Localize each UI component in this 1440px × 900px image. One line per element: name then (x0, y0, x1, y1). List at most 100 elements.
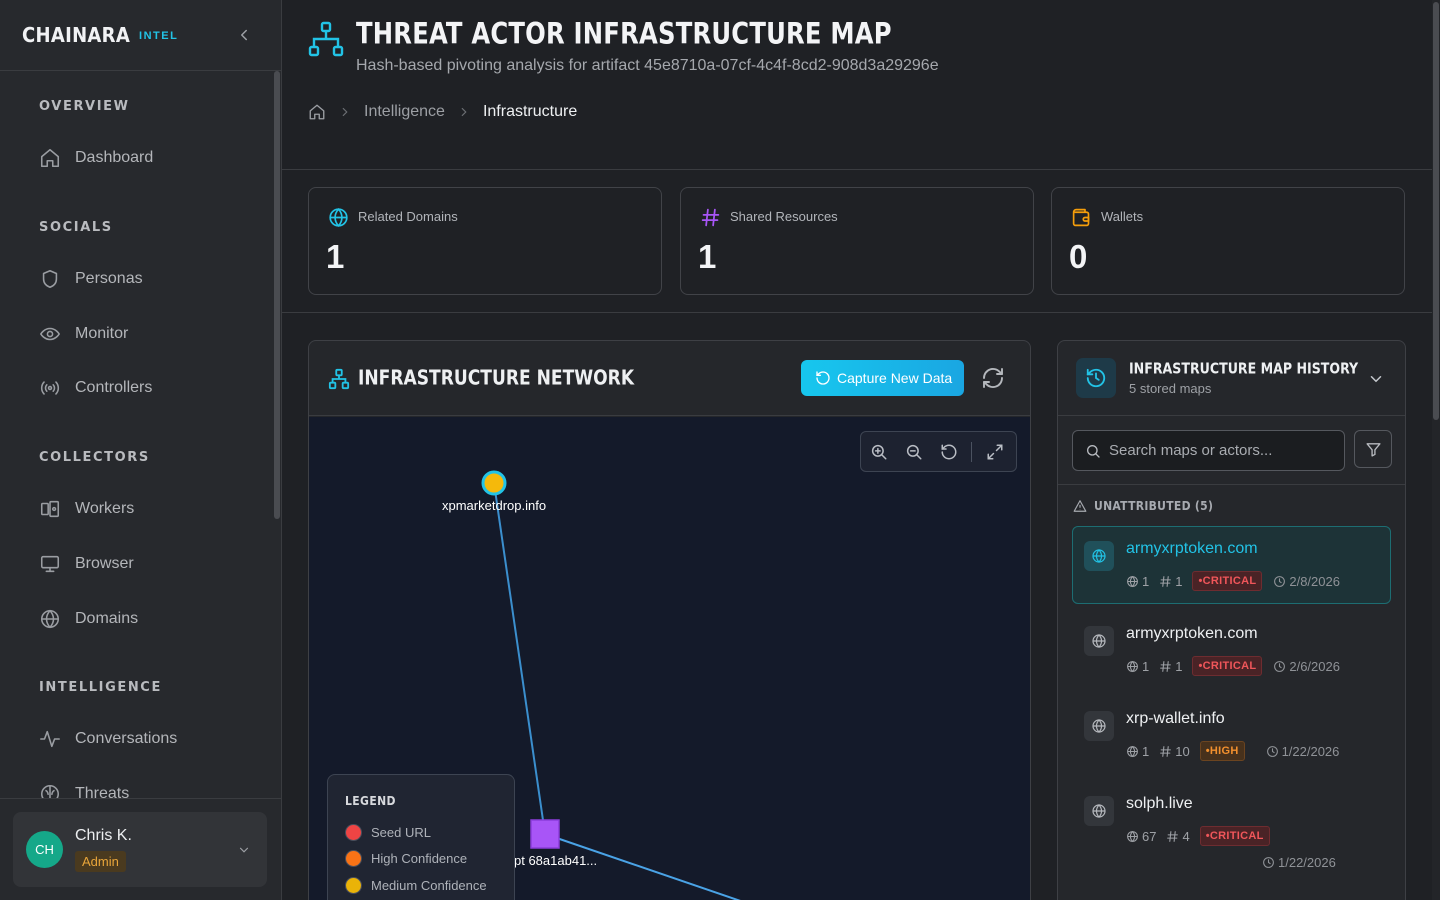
sidebar-item-domains[interactable]: Domains (39, 607, 138, 631)
severity-badge: •CRITICAL (1192, 656, 1263, 676)
sidebar-item-monitor[interactable]: Monitor (39, 322, 128, 346)
legend-swatch (345, 877, 362, 894)
refresh-icon (816, 371, 830, 385)
stat-shared-resources: Shared Resources 1 (680, 187, 1034, 295)
legend-item: Medium Confidence (345, 877, 487, 894)
brand-tag: INTEL (139, 30, 179, 42)
sidebar-item-personas[interactable]: Personas (39, 267, 143, 291)
sidebar: CHAINARA INTEL OVERVIEW Dashboard SOCIAL… (0, 0, 282, 900)
globe-icon (40, 609, 60, 629)
sidebar-item-controllers[interactable]: Controllers (39, 376, 152, 400)
nav-section-overview: OVERVIEW (39, 99, 130, 114)
chevron-right-icon (461, 107, 467, 117)
node-label: xpmarketdrop.info (442, 498, 547, 513)
globe-icon (1092, 719, 1106, 733)
clock-icon (1274, 575, 1286, 587)
fullscreen-button[interactable] (977, 432, 1012, 471)
history-item-date-row: 1/22/2026 (1262, 855, 1336, 870)
hash-icon (1160, 575, 1172, 587)
user-role-badge: Admin (75, 851, 126, 872)
panel-title: INFRASTRUCTURE NETWORK (358, 366, 635, 390)
activity-icon (40, 730, 60, 748)
chevron-down-icon[interactable] (1367, 370, 1385, 388)
history-item-date: 1/22/2026 (1278, 855, 1336, 870)
legend-item: Seed URL (345, 824, 431, 841)
panel-header[interactable]: INFRASTRUCTURE MAP HISTORY 5 stored maps (1058, 341, 1405, 416)
network-graph-canvas[interactable]: xpmarketdrop.info pt 68a1ab41... LEGEND … (309, 417, 1030, 900)
history-icon (1086, 368, 1106, 388)
sidebar-item-label: Personas (75, 270, 143, 287)
legend-item: High Confidence (345, 850, 467, 867)
history-item[interactable]: xrp-wallet.info 1 10 •HIGH 1/22/2026 (1072, 696, 1391, 774)
nav-section-collectors: COLLECTORS (39, 450, 150, 465)
sidebar-item-label: Domains (75, 610, 139, 627)
graph-node-domain[interactable] (481, 470, 507, 496)
sidebar-item-conversations[interactable]: Conversations (39, 727, 177, 751)
sidebar-item-dashboard[interactable]: Dashboard (39, 146, 153, 170)
network-icon (308, 21, 344, 57)
home-icon (40, 148, 60, 168)
breadcrumb-intelligence[interactable]: Intelligence (364, 103, 445, 121)
history-item[interactable]: armyxrptoken.com 1 1 •CRITICAL 2/8/2026 (1072, 526, 1391, 604)
home-icon[interactable] (308, 103, 326, 121)
clock-icon (1274, 660, 1286, 672)
search-input[interactable] (1109, 442, 1329, 459)
sidebar-scroll-thumb[interactable] (274, 71, 280, 519)
reset-view-button[interactable] (931, 432, 966, 471)
user-menu[interactable]: CH Chris K. Admin (13, 812, 267, 887)
stat-related-domains: Related Domains 1 (308, 187, 662, 295)
globe-icon (1092, 549, 1106, 563)
expand-icon (987, 444, 1002, 459)
brand: CHAINARA INTEL (0, 0, 281, 71)
zoom-out-button[interactable] (896, 432, 931, 471)
history-item[interactable]: armyxrptoken.com 1 1 •CRITICAL 2/6/2026 (1072, 611, 1391, 689)
network-icon (328, 368, 350, 390)
history-item-meta: 1 1 •CRITICAL 2/6/2026 (1126, 656, 1340, 676)
severity-badge: •CRITICAL (1199, 826, 1270, 846)
resource-count: 4 (1182, 828, 1190, 844)
page-scroll-thumb[interactable] (1433, 2, 1439, 420)
domain-count: 1 (1142, 573, 1150, 589)
resource-count: 1 (1175, 573, 1183, 589)
stat-label: Related Domains (358, 209, 458, 224)
graph-node-shared-resource[interactable] (530, 819, 560, 849)
legend-title: LEGEND (345, 794, 396, 808)
panel-header: INFRASTRUCTURE NETWORK Capture New Data (309, 341, 1030, 416)
warning-icon (1073, 500, 1087, 512)
legend-swatch (345, 824, 362, 841)
nav-section-socials: SOCIALS (39, 220, 113, 235)
user-name: Chris K. (75, 827, 132, 844)
collapse-sidebar-icon[interactable] (235, 26, 253, 44)
refresh-icon[interactable] (981, 366, 1005, 390)
globe-icon-box (1084, 796, 1114, 826)
capture-new-data-button[interactable]: Capture New Data (801, 360, 964, 396)
globe-icon (1092, 804, 1106, 818)
globe-icon-box (1084, 711, 1114, 741)
zoom-in-button[interactable] (861, 432, 896, 471)
sidebar-item-workers[interactable]: Workers (39, 497, 134, 521)
globe-icon-box (1084, 541, 1114, 571)
globe-icon (1092, 634, 1106, 648)
globe-icon (1127, 745, 1138, 757)
sidebar-item-label: Conversations (75, 730, 178, 747)
sidebar-item-label: Monitor (75, 325, 129, 342)
filter-button[interactable] (1354, 430, 1392, 468)
hash-icon (1160, 745, 1172, 757)
node-label: pt 68a1ab41... (514, 853, 598, 868)
history-item-domain: armyxrptoken.com (1126, 540, 1258, 557)
page-title: THREAT ACTOR INFRASTRUCTURE MAP (356, 17, 892, 52)
chevron-down-icon[interactable] (237, 843, 251, 857)
sidebar-nav: OVERVIEW Dashboard SOCIALS Personas Moni… (0, 71, 272, 798)
panel-subtitle: 5 stored maps (1129, 381, 1212, 396)
graph-legend: LEGEND Seed URL High Confidence Medium C… (327, 774, 515, 900)
clock-icon (1263, 857, 1274, 868)
sidebar-item-browser[interactable]: Browser (39, 552, 134, 576)
history-item[interactable]: solph.live 67 4 •CRITICAL 1/22/2026 (1072, 781, 1391, 881)
sidebar-item-threats[interactable]: Threats (39, 782, 129, 798)
divider (971, 441, 972, 462)
domain-count: 1 (1142, 743, 1150, 759)
stat-label: Wallets (1101, 209, 1144, 224)
history-item-domain: xrp-wallet.info (1126, 710, 1225, 727)
zoom-out-icon (906, 444, 921, 459)
history-item-meta: 1 10 •HIGH 1/22/2026 (1126, 741, 1339, 761)
